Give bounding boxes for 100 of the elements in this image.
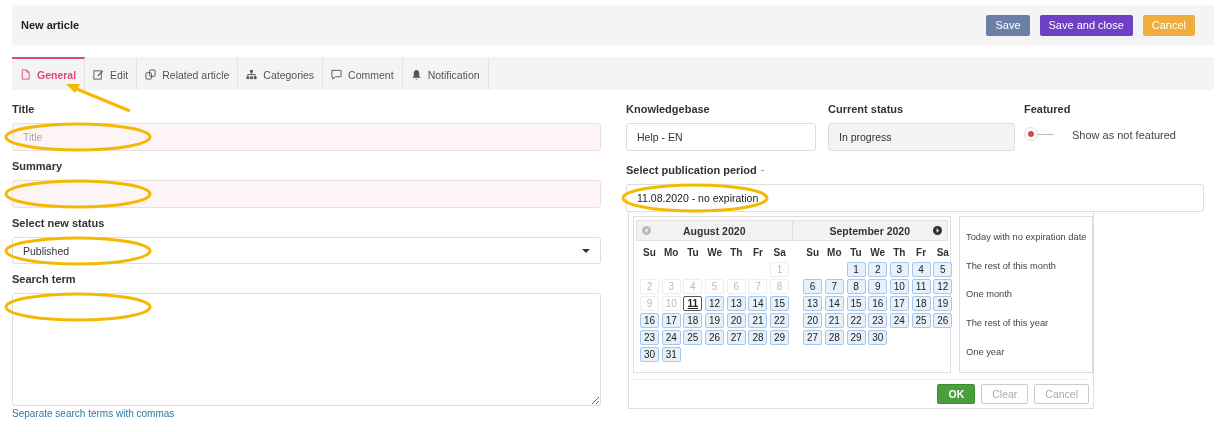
range-option[interactable]: The rest of this year: [966, 318, 1086, 329]
calendar-day[interactable]: 25: [911, 313, 931, 328]
hint-text: Separate search terms with commas: [12, 408, 176, 419]
search-term-field[interactable]: [12, 293, 601, 406]
field-label: Knowledgebase: [626, 102, 711, 116]
calendar-day[interactable]: 8: [846, 279, 866, 294]
calendar-day[interactable]: 1: [846, 262, 866, 277]
calendar-day[interactable]: 11: [911, 279, 931, 294]
calendar-day[interactable]: 18: [683, 313, 703, 328]
weekday-label: Sa: [935, 246, 950, 260]
status-dropdown[interactable]: Published: [12, 237, 601, 264]
publication-period-field[interactable]: 11.08.2020 - no expiration: [626, 184, 1204, 212]
weekday-label: Su: [642, 246, 657, 260]
calendar-day[interactable]: 30: [640, 347, 659, 362]
calendar-day[interactable]: 17: [889, 296, 909, 311]
calendar-day[interactable]: 10: [889, 279, 909, 294]
weekday-label: Th: [892, 246, 907, 260]
calendar-day[interactable]: 2: [868, 262, 888, 277]
calendar-day[interactable]: 18: [911, 296, 931, 311]
calendar-day[interactable]: 20: [803, 313, 823, 328]
toggle-label: Show as not featured: [1072, 129, 1176, 141]
weekday-label: Fr: [915, 246, 928, 260]
calendar-day[interactable]: 26: [705, 330, 725, 345]
calendar-day[interactable]: 15: [846, 296, 866, 311]
calendar-day[interactable]: 5: [933, 262, 953, 277]
calendar-day[interactable]: 12: [705, 296, 725, 311]
tab[interactable]: Categories: [238, 57, 324, 90]
calendar-day[interactable]: 21: [824, 313, 844, 328]
calendar-day[interactable]: 12: [933, 279, 953, 294]
calendar-day[interactable]: 30: [868, 330, 888, 345]
calendar-day[interactable]: 7: [824, 279, 844, 294]
calendar-day[interactable]: 4: [911, 262, 931, 277]
range-option[interactable]: One year: [966, 346, 1086, 357]
save-and-close-button[interactable]: Save and close: [1039, 14, 1133, 36]
speech-bubble-icon: [331, 69, 343, 80]
weekday-label: Tu: [686, 246, 700, 260]
weekday-label: Mo: [662, 246, 680, 260]
calendar-day[interactable]: 28: [748, 330, 768, 345]
calendar-day[interactable]: 29: [770, 330, 790, 345]
weekday-label: We: [869, 246, 887, 260]
hierarchy-icon: [246, 69, 258, 80]
next-month-icon[interactable]: [933, 226, 942, 235]
field-label: Select new status: [12, 216, 106, 230]
calendar-day[interactable]: 28: [824, 330, 844, 345]
calendar-day[interactable]: 27: [726, 330, 746, 345]
calendar-day[interactable]: 11: [683, 296, 703, 311]
knowledgebase-field[interactable]: Help - EN: [626, 123, 816, 151]
title-field[interactable]: Title: [12, 123, 601, 151]
weekday-label: We: [706, 246, 723, 260]
bell-icon: [410, 69, 422, 80]
calendar-day[interactable]: 26: [933, 313, 953, 328]
calendar-day[interactable]: 15: [770, 296, 790, 311]
calendar-day[interactable]: 31: [661, 347, 681, 362]
weekday-label: Fr: [751, 246, 764, 260]
calendar-day[interactable]: 9: [868, 279, 888, 294]
field-label: Title: [12, 102, 36, 116]
calendar-day[interactable]: 16: [640, 313, 659, 328]
range-option[interactable]: Today with no expiration date: [966, 232, 1086, 243]
field-label: Summary: [12, 159, 64, 173]
field-label: Select publication period: [626, 163, 757, 177]
calendar-day[interactable]: 27: [803, 330, 823, 345]
weekday-label: Tu: [849, 246, 863, 260]
field-label: Current status: [828, 102, 905, 116]
calendar-day[interactable]: 19: [933, 296, 953, 311]
calendar-day[interactable]: 25: [683, 330, 703, 345]
calendar-day[interactable]: 16: [868, 296, 888, 311]
calendar-day[interactable]: 22: [770, 313, 790, 328]
featured-toggle[interactable]: [1024, 127, 1054, 143]
calendar-day[interactable]: 23: [868, 313, 888, 328]
tab[interactable]: Comment: [323, 57, 403, 90]
current-status-field: In progress: [828, 123, 1015, 151]
save-button[interactable]: Save: [986, 14, 1030, 36]
edit-icon: [93, 69, 105, 80]
calendar-day[interactable]: 21: [748, 313, 768, 328]
calendar-day[interactable]: 24: [661, 330, 681, 345]
copy-icon: [145, 69, 157, 80]
month-title: September 2020: [829, 224, 910, 237]
weekday-label: Th: [729, 246, 744, 260]
calendar-day[interactable]: 13: [803, 296, 823, 311]
range-option[interactable]: One month: [966, 289, 1086, 300]
tab[interactable]: Notification: [402, 57, 489, 90]
calendar-day[interactable]: 3: [889, 262, 909, 277]
calendar-day[interactable]: 20: [726, 313, 746, 328]
calendar-day[interactable]: 13: [726, 296, 746, 311]
calendar-day[interactable]: 17: [661, 313, 681, 328]
calendar-day[interactable]: 29: [846, 330, 866, 345]
caret-icon: [582, 248, 590, 253]
page-title: New article: [21, 19, 80, 31]
calendar-day[interactable]: 14: [824, 296, 844, 311]
field-label: Search term: [12, 272, 77, 286]
tab[interactable]: Edit: [85, 57, 138, 90]
summary-field[interactable]: [12, 180, 601, 208]
calendar-day[interactable]: 22: [846, 313, 866, 328]
calendar-day[interactable]: 19: [705, 313, 725, 328]
calendar-day[interactable]: 24: [889, 313, 909, 328]
calendar-day[interactable]: 6: [803, 279, 823, 294]
tab[interactable]: Related article: [137, 57, 239, 90]
calendar-day[interactable]: 14: [748, 296, 768, 311]
range-option[interactable]: The rest of this month: [966, 260, 1086, 271]
calendar-day[interactable]: 23: [640, 330, 659, 345]
